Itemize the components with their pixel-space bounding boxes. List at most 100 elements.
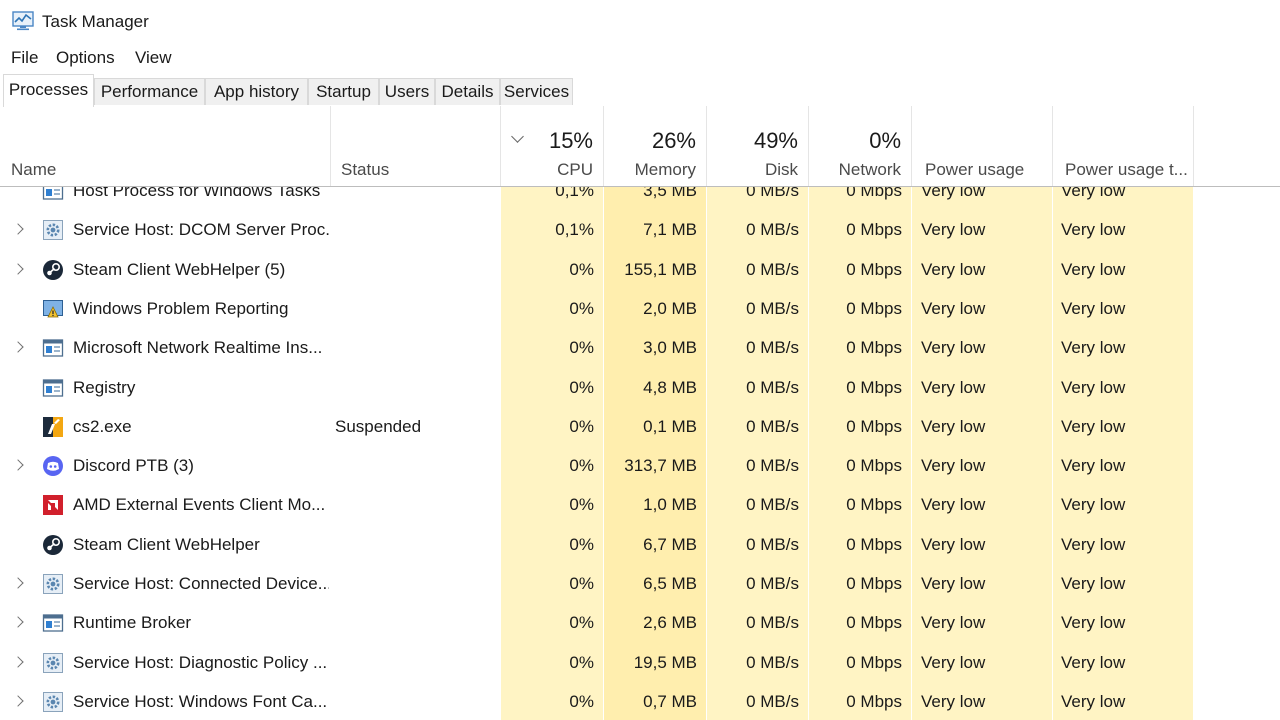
process-power-usage: Very low: [921, 691, 986, 711]
window-icon: [42, 612, 64, 634]
process-power-usage: Very low: [921, 377, 986, 397]
table-row[interactable]: Discord PTB (3) 0% 313,7 MB 0 MB/s 0 Mbp…: [0, 446, 1280, 485]
process-power-trend: Very low: [1061, 456, 1126, 476]
expand-chevron-icon[interactable]: [12, 695, 24, 707]
expand-chevron-icon[interactable]: [12, 262, 24, 275]
expand-chevron-icon[interactable]: [12, 459, 24, 471]
process-power-usage: Very low: [921, 416, 986, 436]
process-memory: 6,7 MB: [643, 534, 697, 554]
process-name: AMD External Events Client Mo...: [73, 495, 326, 515]
tab-performance[interactable]: Performance: [94, 78, 205, 105]
table-row[interactable]: Steam Client WebHelper 0% 6,7 MB 0 MB/s …: [0, 525, 1280, 564]
problem-report-icon: [42, 298, 64, 320]
tab-services[interactable]: Services: [500, 78, 573, 105]
table-row[interactable]: Service Host: Connected Device... 0% 6,5…: [0, 564, 1280, 603]
process-memory: 2,0 MB: [643, 298, 697, 318]
process-name: Host Process for Windows Tasks: [73, 187, 321, 200]
process-memory: 3,0 MB: [643, 338, 697, 358]
process-power-trend: Very low: [1061, 574, 1126, 593]
header-memory[interactable]: 26% Memory: [604, 106, 707, 186]
process-disk: 0 MB/s: [746, 495, 799, 515]
process-name: Windows Problem Reporting: [73, 298, 289, 318]
table-row[interactable]: Runtime Broker 0% 2,6 MB 0 MB/s 0 Mbps V…: [0, 603, 1280, 642]
process-memory: 7,1 MB: [643, 220, 697, 240]
header-disk-percent: 49%: [753, 128, 798, 153]
steam-icon: [42, 259, 64, 281]
header-status[interactable]: Status: [331, 106, 501, 186]
process-power-usage: Very low: [921, 495, 986, 515]
header-cpu-label: CPU: [557, 160, 593, 179]
header-power-usage-trend-label: Power usage t...: [1065, 160, 1188, 179]
process-list: Host Process for Windows Tasks 0,1% 3,5 …: [0, 187, 1280, 720]
tab-startup[interactable]: Startup: [308, 78, 379, 105]
process-disk: 0 MB/s: [746, 652, 799, 672]
header-name[interactable]: Name: [0, 106, 331, 186]
process-status: [335, 368, 495, 407]
header-network-percent: 0%: [869, 128, 901, 153]
gear-icon: [42, 573, 64, 595]
process-memory: 4,8 MB: [643, 377, 697, 397]
amd-icon: [42, 494, 64, 516]
process-memory: 155,1 MB: [624, 259, 697, 279]
process-status: [335, 187, 495, 210]
menu-view[interactable]: View: [135, 48, 172, 68]
process-name: Service Host: DCOM Server Proc...: [73, 220, 329, 240]
process-memory: 0,1 MB: [643, 416, 697, 436]
process-name: Runtime Broker: [73, 613, 192, 633]
header-name-label: Name: [11, 160, 57, 179]
tab-app-history[interactable]: App history: [205, 78, 308, 105]
header-cpu-percent: 15%: [548, 128, 593, 153]
header-power-usage[interactable]: Power usage: [912, 106, 1053, 186]
process-name: Discord PTB (3): [73, 456, 194, 476]
header-memory-percent: 26%: [651, 128, 696, 153]
header-power-usage-trend[interactable]: Power usage t...: [1053, 106, 1194, 186]
process-name: Service Host: Diagnostic Policy ...: [73, 652, 328, 672]
table-row[interactable]: Service Host: Diagnostic Policy ... 0% 1…: [0, 643, 1280, 682]
process-network: 0 Mbps: [846, 187, 902, 200]
menu-options[interactable]: Options: [56, 48, 115, 68]
process-name: cs2.exe: [73, 416, 132, 436]
table-row[interactable]: cs2.exe Suspended 0% 0,1 MB 0 MB/s 0 Mbp…: [0, 407, 1280, 446]
tab-details[interactable]: Details: [435, 78, 500, 105]
expand-chevron-icon[interactable]: [12, 577, 24, 589]
header-cpu[interactable]: 15% CPU: [501, 106, 604, 186]
table-row[interactable]: Host Process for Windows Tasks 0,1% 3,5 …: [0, 187, 1280, 210]
expand-chevron-icon[interactable]: [12, 616, 24, 628]
process-power-trend: Very low: [1061, 259, 1126, 279]
table-row[interactable]: Service Host: Windows Font Ca... 0% 0,7 …: [0, 682, 1280, 720]
process-network: 0 Mbps: [846, 416, 902, 436]
menu-file[interactable]: File: [11, 48, 38, 68]
table-row[interactable]: Microsoft Network Realtime Ins... 0% 3,0…: [0, 328, 1280, 367]
header-network[interactable]: 0% Network: [809, 106, 912, 186]
expand-chevron-icon[interactable]: [12, 341, 24, 353]
process-disk: 0 MB/s: [746, 691, 799, 711]
expand-chevron-icon[interactable]: [12, 223, 24, 235]
header-disk[interactable]: 49% Disk: [707, 106, 809, 186]
process-cpu: 0%: [569, 377, 594, 397]
process-status: [335, 643, 495, 682]
process-disk: 0 MB/s: [746, 574, 799, 593]
column-header: Name Status 15% CPU 26% Memory 49% Disk …: [0, 106, 1280, 187]
table-row[interactable]: AMD External Events Client Mo... 0% 1,0 …: [0, 485, 1280, 524]
table-row[interactable]: Registry 0% 4,8 MB 0 MB/s 0 Mbps Very lo…: [0, 368, 1280, 407]
tab-users[interactable]: Users: [379, 78, 435, 105]
table-row[interactable]: Service Host: DCOM Server Proc... 0,1% 7…: [0, 210, 1280, 249]
process-cpu: 0,1%: [555, 187, 594, 200]
process-status: [335, 289, 495, 328]
process-power-trend: Very low: [1061, 416, 1126, 436]
table-row[interactable]: Steam Client WebHelper (5) 0% 155,1 MB 0…: [0, 250, 1280, 289]
process-power-trend: Very low: [1061, 652, 1126, 672]
process-power-trend: Very low: [1061, 691, 1126, 711]
tab-processes[interactable]: Processes: [3, 74, 94, 107]
expand-chevron-icon[interactable]: [12, 655, 24, 668]
process-network: 0 Mbps: [846, 652, 902, 672]
process-cpu: 0%: [569, 338, 594, 358]
process-name: Steam Client WebHelper: [73, 534, 260, 554]
process-status: [335, 525, 495, 564]
process-power-usage: Very low: [921, 298, 986, 318]
process-memory: 2,6 MB: [643, 613, 697, 633]
process-network: 0 Mbps: [846, 259, 902, 279]
process-power-trend: Very low: [1061, 613, 1126, 633]
table-row[interactable]: Windows Problem Reporting 0% 2,0 MB 0 MB…: [0, 289, 1280, 328]
process-power-trend: Very low: [1061, 534, 1126, 554]
